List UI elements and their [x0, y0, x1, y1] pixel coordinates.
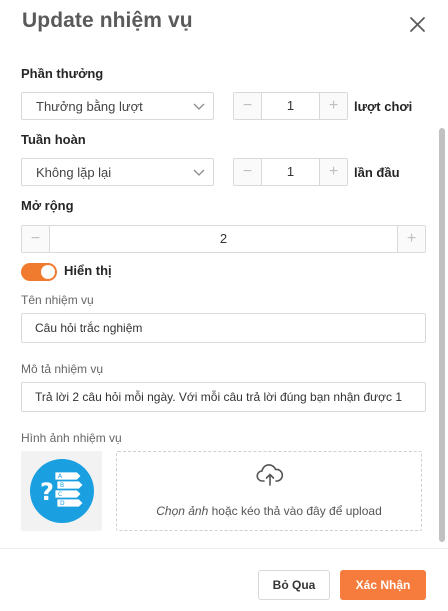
recurrence-decrement-button[interactable]: −	[234, 159, 262, 185]
image-upload-dropzone[interactable]: Chọn ảnh hoặc kéo thả vào đây để upload	[116, 451, 422, 531]
recurrence-count-value[interactable]: 1	[262, 164, 319, 179]
modal-title: Update nhiệm vụ	[22, 9, 193, 32]
chevron-down-icon	[193, 103, 205, 110]
scrollbar-thumb[interactable]	[439, 128, 445, 542]
expand-decrement-button[interactable]: −	[22, 226, 50, 252]
chevron-down-icon	[193, 169, 205, 176]
svg-text:?: ?	[40, 478, 54, 506]
update-task-modal: Update nhiệm vụ Phần thưởng Thưởng bằng …	[0, 0, 448, 611]
recurrence-value: Không lặp lại	[36, 165, 112, 180]
confirm-button[interactable]: Xác Nhận	[340, 570, 426, 600]
upload-hint: Chọn ảnh hoặc kéo thả vào đây để upload	[117, 504, 421, 518]
reward-quantity-stepper: − 1 +	[233, 92, 348, 120]
task-description-value: Trả lời 2 câu hỏi mỗi ngày. Với mỗi câu …	[35, 390, 403, 404]
reward-label: Phần thưởng	[21, 66, 104, 81]
task-description-input[interactable]: Trả lời 2 câu hỏi mỗi ngày. Với mỗi câu …	[21, 382, 426, 412]
svg-text:B: B	[60, 482, 64, 489]
svg-text:D: D	[60, 500, 65, 507]
quiz-icon: ? A B C D	[30, 459, 94, 523]
upload-hint-text: hoặc kéo thả vào đây để upload	[208, 504, 382, 518]
expand-stepper: − 2 +	[21, 225, 426, 253]
reward-type-select[interactable]: Thưởng bằng lượt	[21, 92, 214, 120]
expand-value[interactable]: 2	[50, 231, 397, 246]
close-icon	[410, 17, 425, 32]
recurrence-label: Tuần hoàn	[21, 132, 86, 147]
recurrence-unit: lần đầu	[354, 165, 400, 180]
reward-type-value: Thưởng bằng lượt	[36, 99, 143, 114]
recurrence-increment-button[interactable]: +	[319, 159, 347, 185]
display-toggle[interactable]	[21, 263, 57, 281]
reward-decrement-button[interactable]: −	[234, 93, 262, 119]
cancel-button[interactable]: Bỏ Qua	[258, 570, 330, 600]
task-name-input[interactable]: Câu hỏi trắc nghiệm	[21, 313, 426, 343]
task-image-label: Hình ảnh nhiệm vụ	[21, 431, 122, 445]
choose-image-link[interactable]: Chọn ảnh	[156, 504, 208, 518]
close-button[interactable]	[404, 12, 430, 38]
modal-header: Update nhiệm vụ	[0, 0, 448, 56]
task-name-value: Câu hỏi trắc nghiệm	[35, 321, 143, 335]
recurrence-select[interactable]: Không lặp lại	[21, 158, 214, 186]
expand-label: Mở rộng	[21, 198, 74, 213]
task-description-label: Mô tả nhiệm vụ	[21, 362, 104, 376]
expand-increment-button[interactable]: +	[397, 226, 425, 252]
reward-increment-button[interactable]: +	[319, 93, 347, 119]
display-toggle-label: Hiển thị	[64, 263, 112, 278]
task-image-thumbnail: ? A B C D	[21, 451, 102, 531]
upload-cloud-icon	[256, 464, 284, 486]
task-name-label: Tên nhiệm vụ	[21, 293, 94, 307]
svg-text:C: C	[58, 491, 62, 498]
modal-footer: Bỏ Qua Xác Nhận	[0, 548, 448, 611]
toggle-knob	[41, 265, 55, 279]
recurrence-count-stepper: − 1 +	[233, 158, 348, 186]
reward-quantity-value[interactable]: 1	[262, 98, 319, 113]
reward-unit: lượt chơi	[354, 99, 413, 114]
